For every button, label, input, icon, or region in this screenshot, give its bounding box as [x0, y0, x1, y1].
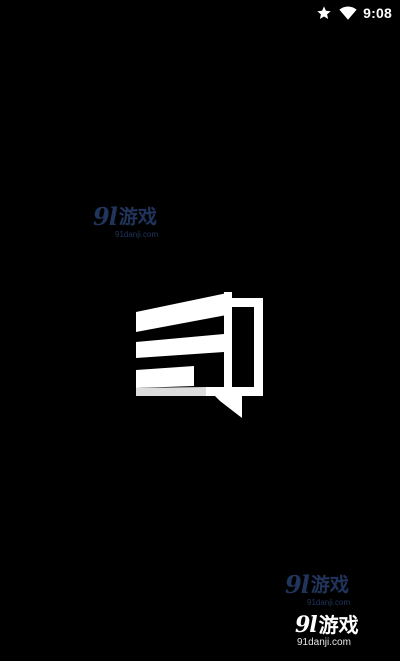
- app-logo-icon: [136, 292, 263, 418]
- watermark-middle: 9l 游戏 91danji.com: [285, 570, 351, 608]
- status-bar: 9:08: [0, 0, 400, 26]
- watermark-number: 9l: [295, 612, 318, 638]
- status-time: 9:08: [363, 5, 392, 21]
- watermark-number: 9l: [285, 570, 310, 599]
- watermark-brand: 游戏: [118, 205, 157, 228]
- watermark-bottom: 9l 游戏 91danji.com: [295, 614, 359, 648]
- watermark-top: 9l 游戏 91danji.com: [93, 202, 159, 240]
- wifi-icon: [339, 4, 357, 22]
- watermark-url: 91danji.com: [297, 637, 351, 648]
- watermark-brand: 游戏: [310, 573, 349, 596]
- watermark-url: 91danji.com: [115, 230, 159, 239]
- splash-screen: 9:08 9l 游戏 91danji.com 9l 游戏 91danji.com: [0, 0, 400, 661]
- star-icon: [315, 4, 333, 22]
- watermark-number: 9l: [93, 202, 118, 231]
- watermark-url: 91danji.com: [307, 598, 351, 607]
- watermark-brand: 游戏: [318, 613, 359, 637]
